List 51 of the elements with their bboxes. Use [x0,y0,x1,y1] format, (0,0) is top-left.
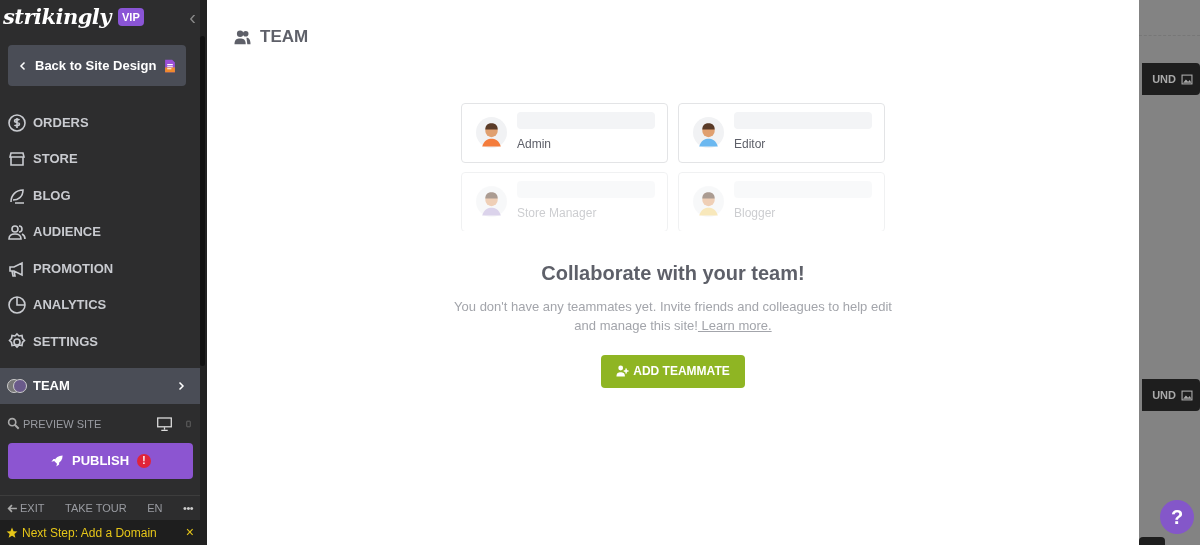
team-icon [233,28,252,45]
help-button[interactable]: ? [1160,500,1194,534]
toolbar-edge [1139,537,1165,545]
publish-button[interactable]: PUBLISH ! [8,443,193,480]
nav-item[interactable]: BLOG [0,177,200,214]
person-avatar-icon [476,117,507,148]
nav-item[interactable]: SETTINGS [0,323,200,360]
image-icon [1180,389,1194,401]
nav-item[interactable]: ANALYTICS [0,286,200,324]
logo: strikingly [3,3,111,32]
arrow-left-icon [7,502,18,514]
person-avatar-icon [693,117,724,148]
rocket-icon [49,454,64,469]
heading: Collaborate with your team! [541,260,805,286]
nav-item[interactable]: PROMOTION [0,250,200,287]
background-button[interactable]: UND [1142,63,1200,95]
chevron-right-icon [176,379,186,392]
alert-badge: ! [137,454,152,469]
vip-badge: VIP [118,7,144,27]
preview-site-link[interactable]: PREVIEW SITE [23,415,102,433]
nav-item[interactable]: TEAM [0,367,200,404]
nav-item[interactable]: STORE [0,140,200,178]
collapse-button[interactable]: ‹ [189,7,196,28]
scrollbar[interactable] [200,36,205,366]
add-user-icon [616,365,630,377]
pie-chart-icon [7,295,27,316]
desktop-icon [156,416,173,432]
document-icon [163,57,178,74]
people-icon [7,222,27,243]
phone-icon [185,418,192,430]
more-button[interactable]: ••• [183,500,193,517]
background-button[interactable]: UND [1142,379,1200,411]
language-link[interactable]: EN [147,500,163,517]
nav-item[interactable]: AUDIENCE [0,213,200,251]
star-icon [6,526,18,539]
description: You don't have any teammates yet. Invite friends and colleagues to help edit and manage this site! Learn more. [453,297,893,335]
image-icon [1180,73,1194,85]
close-button[interactable]: × [185,522,194,544]
chevron-left-icon [18,59,28,72]
panel-title: TEAM [260,26,309,48]
nav-item[interactable]: ORDERS [0,104,200,141]
role-label: Admin [517,136,552,153]
exit-link[interactable]: EXIT [7,500,45,517]
person-avatar-icon [476,186,507,217]
back-button[interactable]: Back to Site Design [8,45,186,87]
person-avatar-icon [693,186,724,217]
next-step-link[interactable]: Next Step: Add a Domain [22,523,157,542]
role-label: Editor [734,136,767,153]
dollar-circle-icon [7,112,27,133]
search-icon [7,417,20,431]
take-tour-link[interactable]: TAKE TOUR [65,500,127,517]
